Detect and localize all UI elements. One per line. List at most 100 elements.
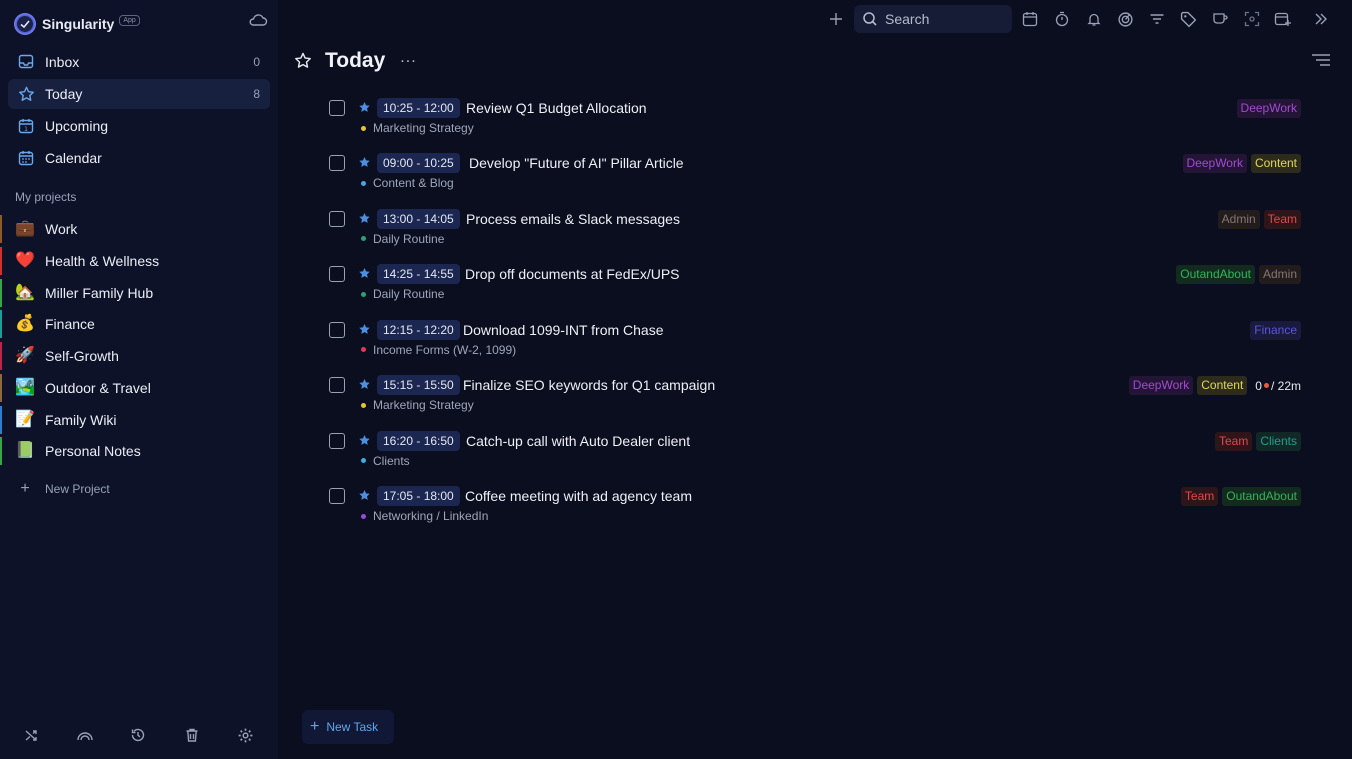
project-dot (361, 291, 366, 297)
task-checkbox[interactable] (329, 488, 345, 505)
focus-target-icon[interactable] (1115, 9, 1135, 29)
project-item[interactable]: ❤️ Health & Wellness (0, 246, 278, 276)
nav-calendar[interactable]: Calendar (8, 143, 270, 173)
task-row[interactable]: 12:15 - 12:20 Download 1099-INT from Chas… (328, 319, 1308, 371)
nav-inbox[interactable]: Inbox 0 (8, 47, 270, 77)
star-filled-icon[interactable] (358, 489, 371, 502)
task-tag[interactable]: Team (1214, 431, 1253, 451)
task-time-chip[interactable]: 16:20 - 16:50 (377, 430, 460, 451)
project-emoji-icon: 💰 (15, 315, 35, 333)
task-title[interactable]: Drop off documents at FedEx/UPS (465, 265, 680, 283)
pomodoro-tracker[interactable]: 0 / 22m (1255, 379, 1301, 393)
star-filled-icon[interactable] (358, 323, 371, 336)
task-checkbox[interactable] (329, 266, 345, 283)
task-row[interactable]: 15:15 - 15:50 Finalize SEO keywords for Q… (328, 375, 1308, 426)
project-emoji-icon: 🚀 (15, 347, 35, 364)
tag-icon[interactable] (1178, 9, 1198, 29)
task-checkbox[interactable] (329, 377, 345, 394)
star-filled-icon[interactable] (358, 434, 371, 447)
project-item[interactable]: 💼 Work (0, 214, 278, 244)
task-title[interactable]: Coffee meeting with ad agency team (465, 487, 692, 505)
task-row[interactable]: 14:25 - 14:55 Drop off documents at FedEx… (328, 264, 1308, 315)
sort-options-icon[interactable] (1311, 52, 1331, 70)
rainbow-icon[interactable] (75, 724, 95, 746)
brand[interactable]: Singularity App (14, 12, 140, 36)
shuffle-icon[interactable] (22, 724, 42, 746)
history-icon[interactable] (128, 724, 148, 746)
new-task-button[interactable]: + New Task (302, 710, 394, 744)
task-checkbox[interactable] (329, 432, 345, 449)
focus-frame-icon[interactable] (1242, 9, 1262, 29)
project-item[interactable]: 🏡 Miller Family Hub (0, 278, 278, 308)
project-item[interactable]: 🏞️ Outdoor & Travel (0, 373, 278, 403)
task-project-name: Networking / LinkedIn (373, 509, 489, 524)
task-title[interactable]: Finalize SEO keywords for Q1 campaign (463, 376, 715, 394)
project-emoji-icon: 🏞️ (15, 378, 35, 396)
task-time-chip[interactable]: 14:25 - 14:55 (377, 264, 460, 285)
nav-upcoming[interactable]: 1 Upcoming (8, 111, 270, 141)
habit-cup-icon[interactable] (1210, 9, 1230, 29)
project-item[interactable]: 🚀 Self-Growth (0, 341, 278, 371)
task-title[interactable]: Review Q1 Budget Allocation (466, 99, 647, 117)
collapse-panel-icon[interactable] (1311, 9, 1331, 29)
project-item[interactable]: 💰 Finance (0, 309, 278, 339)
star-filled-icon[interactable] (358, 378, 371, 391)
task-time-chip[interactable]: 17:05 - 18:00 (377, 486, 460, 507)
task-checkbox[interactable] (329, 210, 345, 227)
task-title[interactable]: Download 1099-INT from Chase (463, 321, 664, 339)
task-tag[interactable]: Content (1197, 376, 1248, 396)
task-time-chip[interactable]: 15:15 - 15:50 (377, 375, 460, 396)
new-project-button[interactable]: + New Project (18, 479, 109, 499)
star-filled-icon[interactable] (358, 156, 371, 169)
task-row[interactable]: 10:25 - 12:00 Review Q1 Budget Allocation… (328, 98, 1308, 149)
project-dot (361, 513, 366, 519)
task-time-chip[interactable]: 10:25 - 12:00 (377, 98, 460, 118)
filter-icon[interactable] (1147, 9, 1167, 29)
sidebar: Singularity App Inbox 0 Today 8 1 Upcomi… (0, 0, 278, 759)
more-options-icon[interactable]: ... (400, 49, 416, 67)
task-tag[interactable]: DeepWork (1236, 99, 1301, 118)
task-tag[interactable]: Admin (1258, 265, 1301, 285)
task-tag[interactable]: Team (1180, 487, 1219, 507)
bell-icon[interactable] (1084, 9, 1104, 29)
add-plus-icon[interactable] (826, 9, 846, 29)
project-item[interactable]: 📗 Personal Notes (0, 436, 278, 466)
task-tag[interactable]: Admin (1217, 209, 1260, 229)
nav-today[interactable]: Today 8 (8, 79, 270, 109)
task-tag[interactable]: Clients (1256, 431, 1301, 451)
star-filled-icon[interactable] (358, 212, 371, 225)
task-tag[interactable]: Content (1250, 154, 1301, 174)
task-row[interactable]: 09:00 - 10:25 Develop "Future of AI" Pill… (328, 153, 1308, 204)
add-calendar-icon[interactable] (1273, 9, 1293, 29)
star-filled-icon[interactable] (358, 101, 371, 114)
settings-gear-icon[interactable] (235, 724, 255, 746)
task-title[interactable]: Process emails & Slack messages (466, 210, 680, 228)
task-checkbox[interactable] (329, 155, 345, 172)
task-project-name: Income Forms (W-2, 1099) (373, 342, 517, 357)
task-tag[interactable]: DeepWork (1128, 376, 1194, 396)
task-row[interactable]: 17:05 - 18:00 Coffee meeting with ad agen… (328, 486, 1308, 537)
task-tag[interactable]: Finance (1250, 320, 1301, 340)
trash-icon[interactable] (182, 724, 202, 746)
task-tag[interactable]: OutandAbout (1176, 265, 1255, 285)
task-tag[interactable]: OutandAbout (1222, 487, 1301, 507)
calendar-view-icon[interactable] (1020, 9, 1040, 29)
task-row[interactable]: 13:00 - 14:05 Process emails & Slack mess… (328, 208, 1308, 260)
cloud-sync-icon[interactable] (248, 11, 268, 29)
star-filled-icon[interactable] (358, 267, 371, 280)
task-time-chip[interactable]: 09:00 - 10:25 (377, 153, 460, 174)
timer-icon[interactable] (1052, 9, 1072, 29)
task-row[interactable]: 16:20 - 16:50 Catch-up call with Auto Dea… (328, 430, 1308, 482)
task-time-chip[interactable]: 12:15 - 12:20 (377, 319, 460, 340)
task-checkbox[interactable] (329, 100, 345, 116)
task-tag[interactable]: Team (1263, 209, 1301, 229)
task-checkbox[interactable] (329, 321, 345, 338)
task-time-chip[interactable]: 13:00 - 14:05 (377, 208, 460, 229)
project-item[interactable]: 📝 Family Wiki (0, 405, 278, 435)
task-title[interactable]: Develop "Future of AI" Pillar Article (469, 154, 684, 172)
project-label: Family Wiki (45, 411, 117, 428)
search-input[interactable]: Search (854, 5, 1012, 33)
app-name: Singularity (42, 16, 115, 32)
task-tag[interactable]: DeepWork (1182, 154, 1247, 174)
task-title[interactable]: Catch-up call with Auto Dealer client (466, 432, 690, 450)
